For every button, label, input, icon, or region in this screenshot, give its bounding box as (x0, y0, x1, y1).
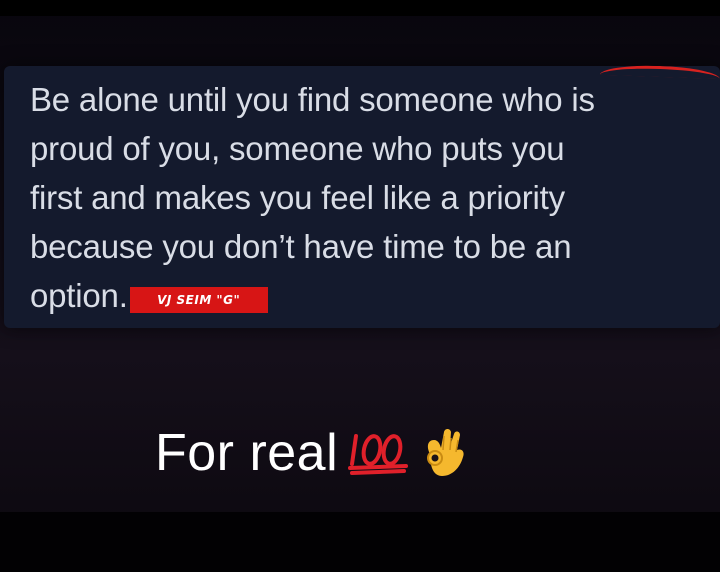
quote-line-3: first and makes you feel like a priority (30, 179, 565, 216)
quote-line-5: option. VJ SEIM "G" (30, 271, 690, 320)
screenshot-stage: Be alone until you find someone who is p… (0, 0, 720, 572)
quote-text: Be alone until you find someone who is p… (30, 75, 690, 320)
caption-text: For real (155, 424, 339, 482)
quote-line-2: proud of you, someone who puts you (30, 130, 565, 167)
top-letterbox (0, 0, 720, 16)
ok-hand-icon (420, 424, 466, 483)
tag-badge: VJ SEIM "G" (129, 287, 268, 313)
hundred-points-icon (348, 426, 410, 481)
quote-line-5-text: option. (30, 277, 128, 314)
quote-line-4: because you don’t have time to be an (30, 228, 572, 265)
quote-line-1: Be alone until you find someone who is (30, 81, 595, 118)
caption: For real (155, 418, 466, 488)
bottom-letterbox (0, 512, 720, 572)
